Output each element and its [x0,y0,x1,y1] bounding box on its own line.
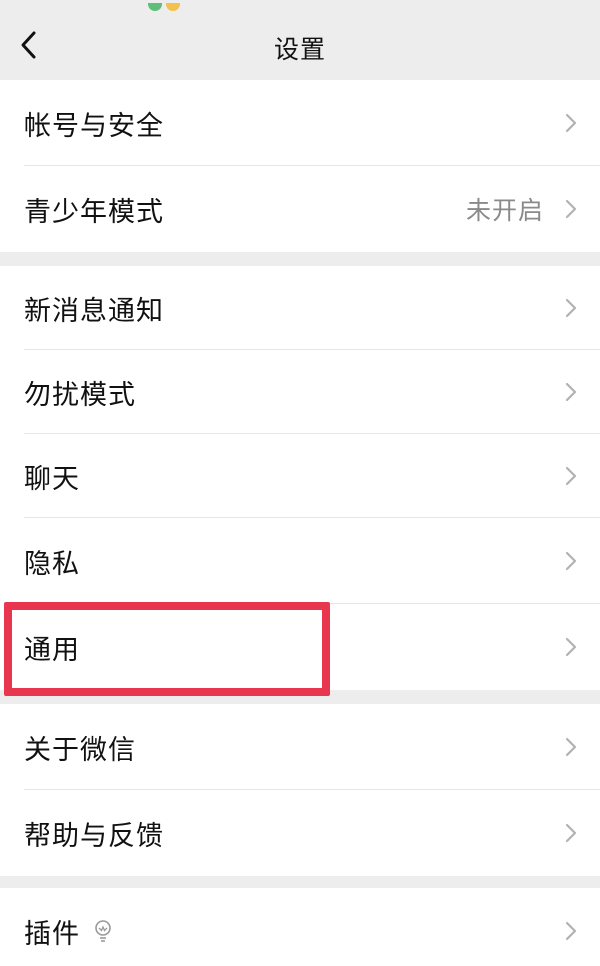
settings-group-about: 关于微信 帮助与反馈 [0,704,600,876]
settings-item-account-security[interactable]: 帐号与安全 [0,80,600,166]
settings-item-chat[interactable]: 聊天 [0,434,600,518]
page-title: 设置 [273,35,326,64]
settings-item-general[interactable]: 通用 [0,604,600,690]
settings-item-label: 通用 [24,634,80,666]
settings-item-privacy[interactable]: 隐私 [0,518,600,604]
chevron-right-icon [565,921,577,941]
settings-item-notifications[interactable]: 新消息通知 [0,266,600,350]
chevron-right-icon [565,551,577,571]
settings-item-label: 帮助与反馈 [24,820,164,852]
chevron-right-icon [565,382,577,402]
settings-item-label: 关于微信 [24,734,136,766]
chevron-right-icon [565,199,577,219]
settings-item-teen-mode[interactable]: 青少年模式 未开启 [0,166,600,252]
settings-item-label: 隐私 [24,548,80,580]
chevron-right-icon [565,637,577,657]
settings-item-label: 青少年模式 [24,196,164,228]
settings-item-label: 勿扰模式 [24,379,136,411]
settings-item-plugins[interactable]: 插件 [0,888,600,966]
status-bar-fragment [148,0,184,11]
settings-group-plugins: 插件 [0,888,600,966]
settings-item-text: 插件 [24,918,80,950]
settings-group-general: 新消息通知 勿扰模式 聊天 隐私 通用 [0,266,600,690]
lightbulb-icon [95,920,111,942]
chevron-right-icon [565,113,577,133]
settings-item-about-wechat[interactable]: 关于微信 [0,704,600,790]
chevron-right-icon [565,298,577,318]
chevron-right-icon [565,823,577,843]
navigation-bar: 设置 [0,0,600,80]
settings-group-account: 帐号与安全 青少年模式 未开启 [0,80,600,252]
chevron-right-icon [565,737,577,757]
settings-item-help-feedback[interactable]: 帮助与反馈 [0,790,600,876]
settings-item-label: 新消息通知 [24,295,164,327]
chevron-right-icon [565,466,577,486]
settings-item-value: 未开启 [465,196,544,225]
settings-item-label: 插件 [24,888,114,966]
settings-item-label: 聊天 [24,463,80,495]
settings-item-label: 帐号与安全 [24,110,164,142]
settings-item-do-not-disturb[interactable]: 勿扰模式 [0,350,600,434]
